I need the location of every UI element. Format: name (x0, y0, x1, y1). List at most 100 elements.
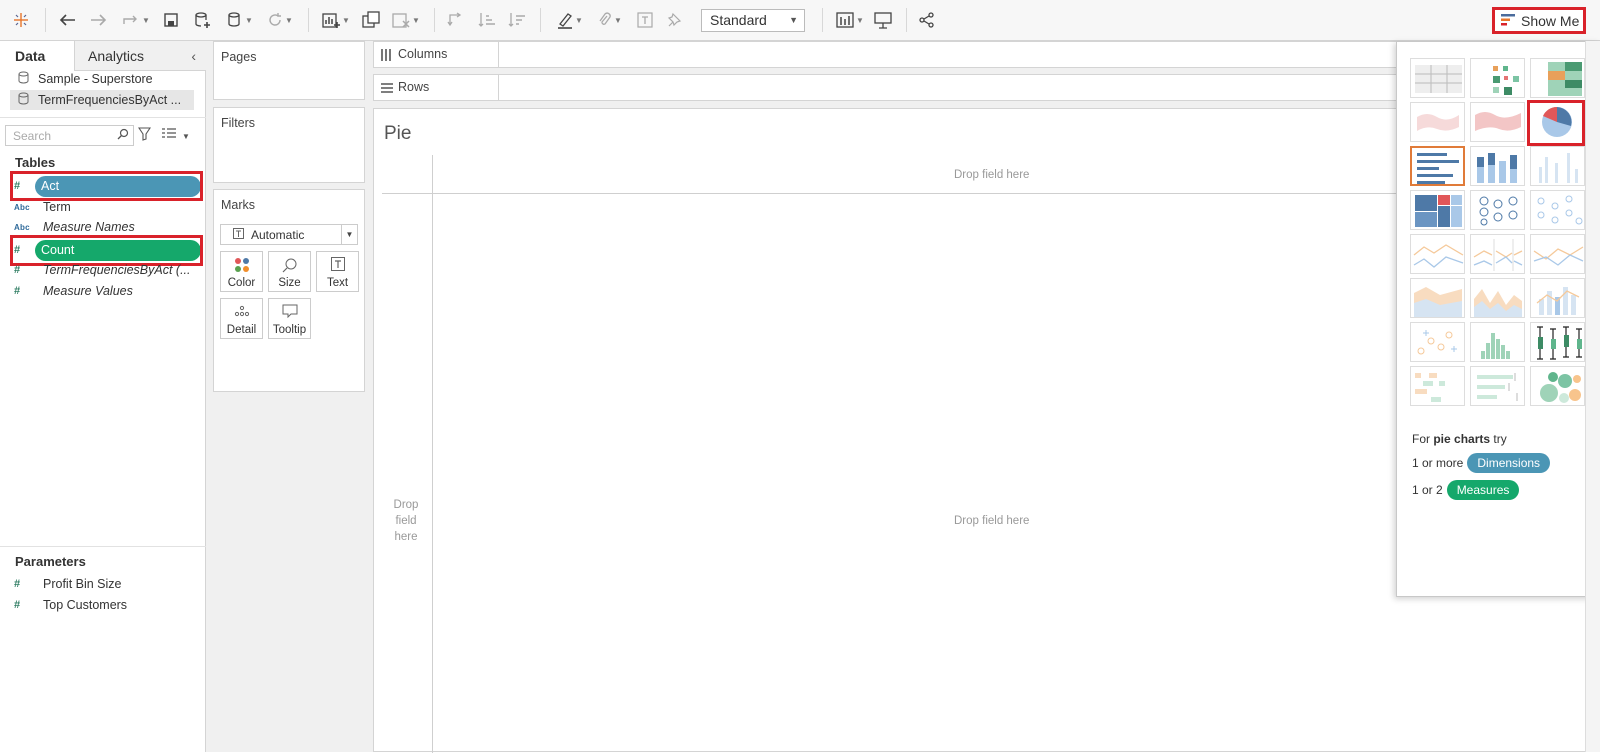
side-by-side-circles-thumb[interactable] (1530, 190, 1585, 230)
bullet-graph-thumb[interactable] (1470, 366, 1525, 406)
parameter-profit-bin-size[interactable]: # Profit Bin Size (14, 574, 204, 594)
size-icon (269, 257, 310, 277)
discrete-lines-thumb[interactable] (1470, 234, 1525, 274)
redo-icon[interactable] (88, 8, 110, 32)
box-whisker-thumb[interactable] (1530, 322, 1585, 362)
tableau-logo-icon[interactable] (10, 8, 32, 32)
share-icon[interactable] (916, 8, 938, 32)
scatter-plot-thumb[interactable] (1410, 322, 1465, 362)
database-icon (18, 71, 38, 87)
show-me-button[interactable]: Show Me (1492, 7, 1586, 34)
refresh-icon[interactable]: ▼ (262, 8, 298, 32)
search-placeholder: Search (13, 129, 52, 143)
field-measure-names[interactable]: Abc Measure Names (14, 217, 204, 237)
histogram-thumb[interactable] (1470, 322, 1525, 362)
view-options-icon[interactable]: ▼ (162, 128, 190, 141)
size-label: Size (278, 277, 301, 289)
pages-title: Pages (221, 50, 257, 64)
save-icon[interactable] (160, 8, 182, 32)
highlight-icon[interactable]: ▼ (552, 8, 588, 32)
filters-card[interactable]: Filters (213, 107, 365, 183)
hint-prefix: For (1412, 432, 1434, 446)
filled-map-thumb[interactable] (1470, 102, 1525, 142)
vertical-scrollbar[interactable] (1585, 41, 1600, 752)
horizontal-bars-thumb[interactable] (1410, 146, 1465, 186)
color-button[interactable]: Color (220, 251, 263, 292)
color-label: Color (227, 277, 256, 289)
text-button[interactable]: Text (316, 251, 359, 292)
field-termfrequencies[interactable]: # TermFrequenciesByAct (... (14, 260, 204, 280)
dual-lines-thumb[interactable] (1530, 234, 1585, 274)
collapse-pane-icon[interactable]: ‹ (191, 41, 196, 71)
field-label: TermFrequenciesByAct (... (43, 263, 191, 277)
duplicate-sheet-icon[interactable] (360, 8, 382, 32)
text-table-thumb[interactable] (1410, 58, 1465, 98)
group-members-icon[interactable]: ▼ (592, 8, 628, 32)
hint-chart-type: pie charts (1433, 432, 1491, 446)
filter-icon[interactable] (137, 127, 152, 144)
circle-views-thumb[interactable] (1470, 190, 1525, 230)
size-button[interactable]: Size (268, 251, 311, 292)
detail-button[interactable]: Detail (220, 298, 263, 339)
presentation-mode-icon[interactable] (872, 8, 894, 32)
area-continuous-thumb[interactable] (1410, 278, 1465, 318)
rows-shelf-label: Rows (374, 75, 499, 100)
chevron-down-icon: ▼ (341, 225, 357, 244)
fit-select[interactable]: Standard ▼ (701, 9, 805, 32)
text-icon (317, 257, 358, 277)
tab-data[interactable]: Data (0, 41, 74, 71)
show-cards-icon[interactable]: ▼ (832, 8, 868, 32)
drop-zone-rows[interactable]: Drop field here (388, 497, 424, 545)
area-discrete-thumb[interactable] (1470, 278, 1525, 318)
show-mark-labels-icon[interactable] (634, 8, 656, 32)
requirement-measures-prefix: 1 or 2 (1412, 483, 1443, 497)
tab-analytics[interactable]: Analytics ‹ (74, 41, 206, 71)
packed-bubbles-thumb[interactable] (1530, 366, 1585, 406)
sort-ascending-icon[interactable] (476, 8, 498, 32)
symbol-map-thumb[interactable] (1410, 102, 1465, 142)
new-datasource-icon[interactable] (192, 8, 214, 32)
clear-sheet-icon[interactable]: ▼ (388, 8, 424, 32)
parameter-top-customers[interactable]: # Top Customers (14, 595, 204, 615)
data-pane: Data Analytics ‹ Sample - Superstore Term… (0, 41, 206, 752)
hint-suffix: try (1490, 432, 1507, 446)
datasource-name: TermFrequenciesByAct ... (38, 93, 182, 107)
pages-card[interactable]: Pages (213, 41, 365, 100)
parameter-icon: # (14, 578, 21, 590)
continuous-lines-thumb[interactable] (1410, 234, 1465, 274)
parameter-label: Profit Bin Size (43, 577, 122, 591)
detail-icon (221, 304, 262, 324)
field-measure-values[interactable]: # Measure Values (14, 281, 204, 301)
field-term[interactable]: Abc Term (14, 197, 204, 217)
datasource-termfrequencies[interactable]: TermFrequenciesByAct ... (10, 90, 194, 110)
datasource-name: Sample - Superstore (38, 72, 153, 86)
new-worksheet-icon[interactable]: ▼ (318, 8, 354, 32)
search-input[interactable]: Search (5, 125, 134, 146)
field-label: Term (43, 200, 71, 214)
replay-icon[interactable]: ▼ (118, 8, 154, 32)
parameters-header: Parameters (15, 554, 86, 569)
heat-map-thumb[interactable] (1470, 58, 1525, 98)
undo-icon[interactable] (56, 8, 78, 32)
drop-zone-columns[interactable]: Drop field here (954, 169, 1029, 181)
text-label: Text (326, 277, 349, 289)
datasource-superstore[interactable]: Sample - Superstore (18, 69, 208, 89)
drop-zone-center[interactable]: Drop field here (954, 515, 1029, 527)
pause-updates-icon[interactable]: ▼ (222, 8, 258, 32)
tooltip-button[interactable]: Tooltip (268, 298, 311, 339)
swap-rows-columns-icon[interactable] (444, 8, 466, 32)
dual-combination-thumb[interactable] (1530, 278, 1585, 318)
sheet-title[interactable]: Pie (384, 123, 411, 145)
fix-axes-icon[interactable] (664, 8, 686, 32)
highlight-table-thumb[interactable] (1530, 58, 1585, 98)
measure-type-icon: # (14, 285, 21, 297)
stacked-bars-thumb[interactable] (1470, 146, 1525, 186)
mark-type-select[interactable]: Automatic ▼ (220, 224, 358, 245)
show-me-icon (1501, 13, 1515, 29)
sort-descending-icon[interactable] (506, 8, 528, 32)
side-by-side-bars-thumb[interactable] (1530, 146, 1585, 186)
tables-header: Tables (15, 155, 56, 170)
measure-type-icon: # (14, 264, 21, 276)
gantt-chart-thumb[interactable] (1410, 366, 1465, 406)
treemap-thumb[interactable] (1410, 190, 1465, 230)
